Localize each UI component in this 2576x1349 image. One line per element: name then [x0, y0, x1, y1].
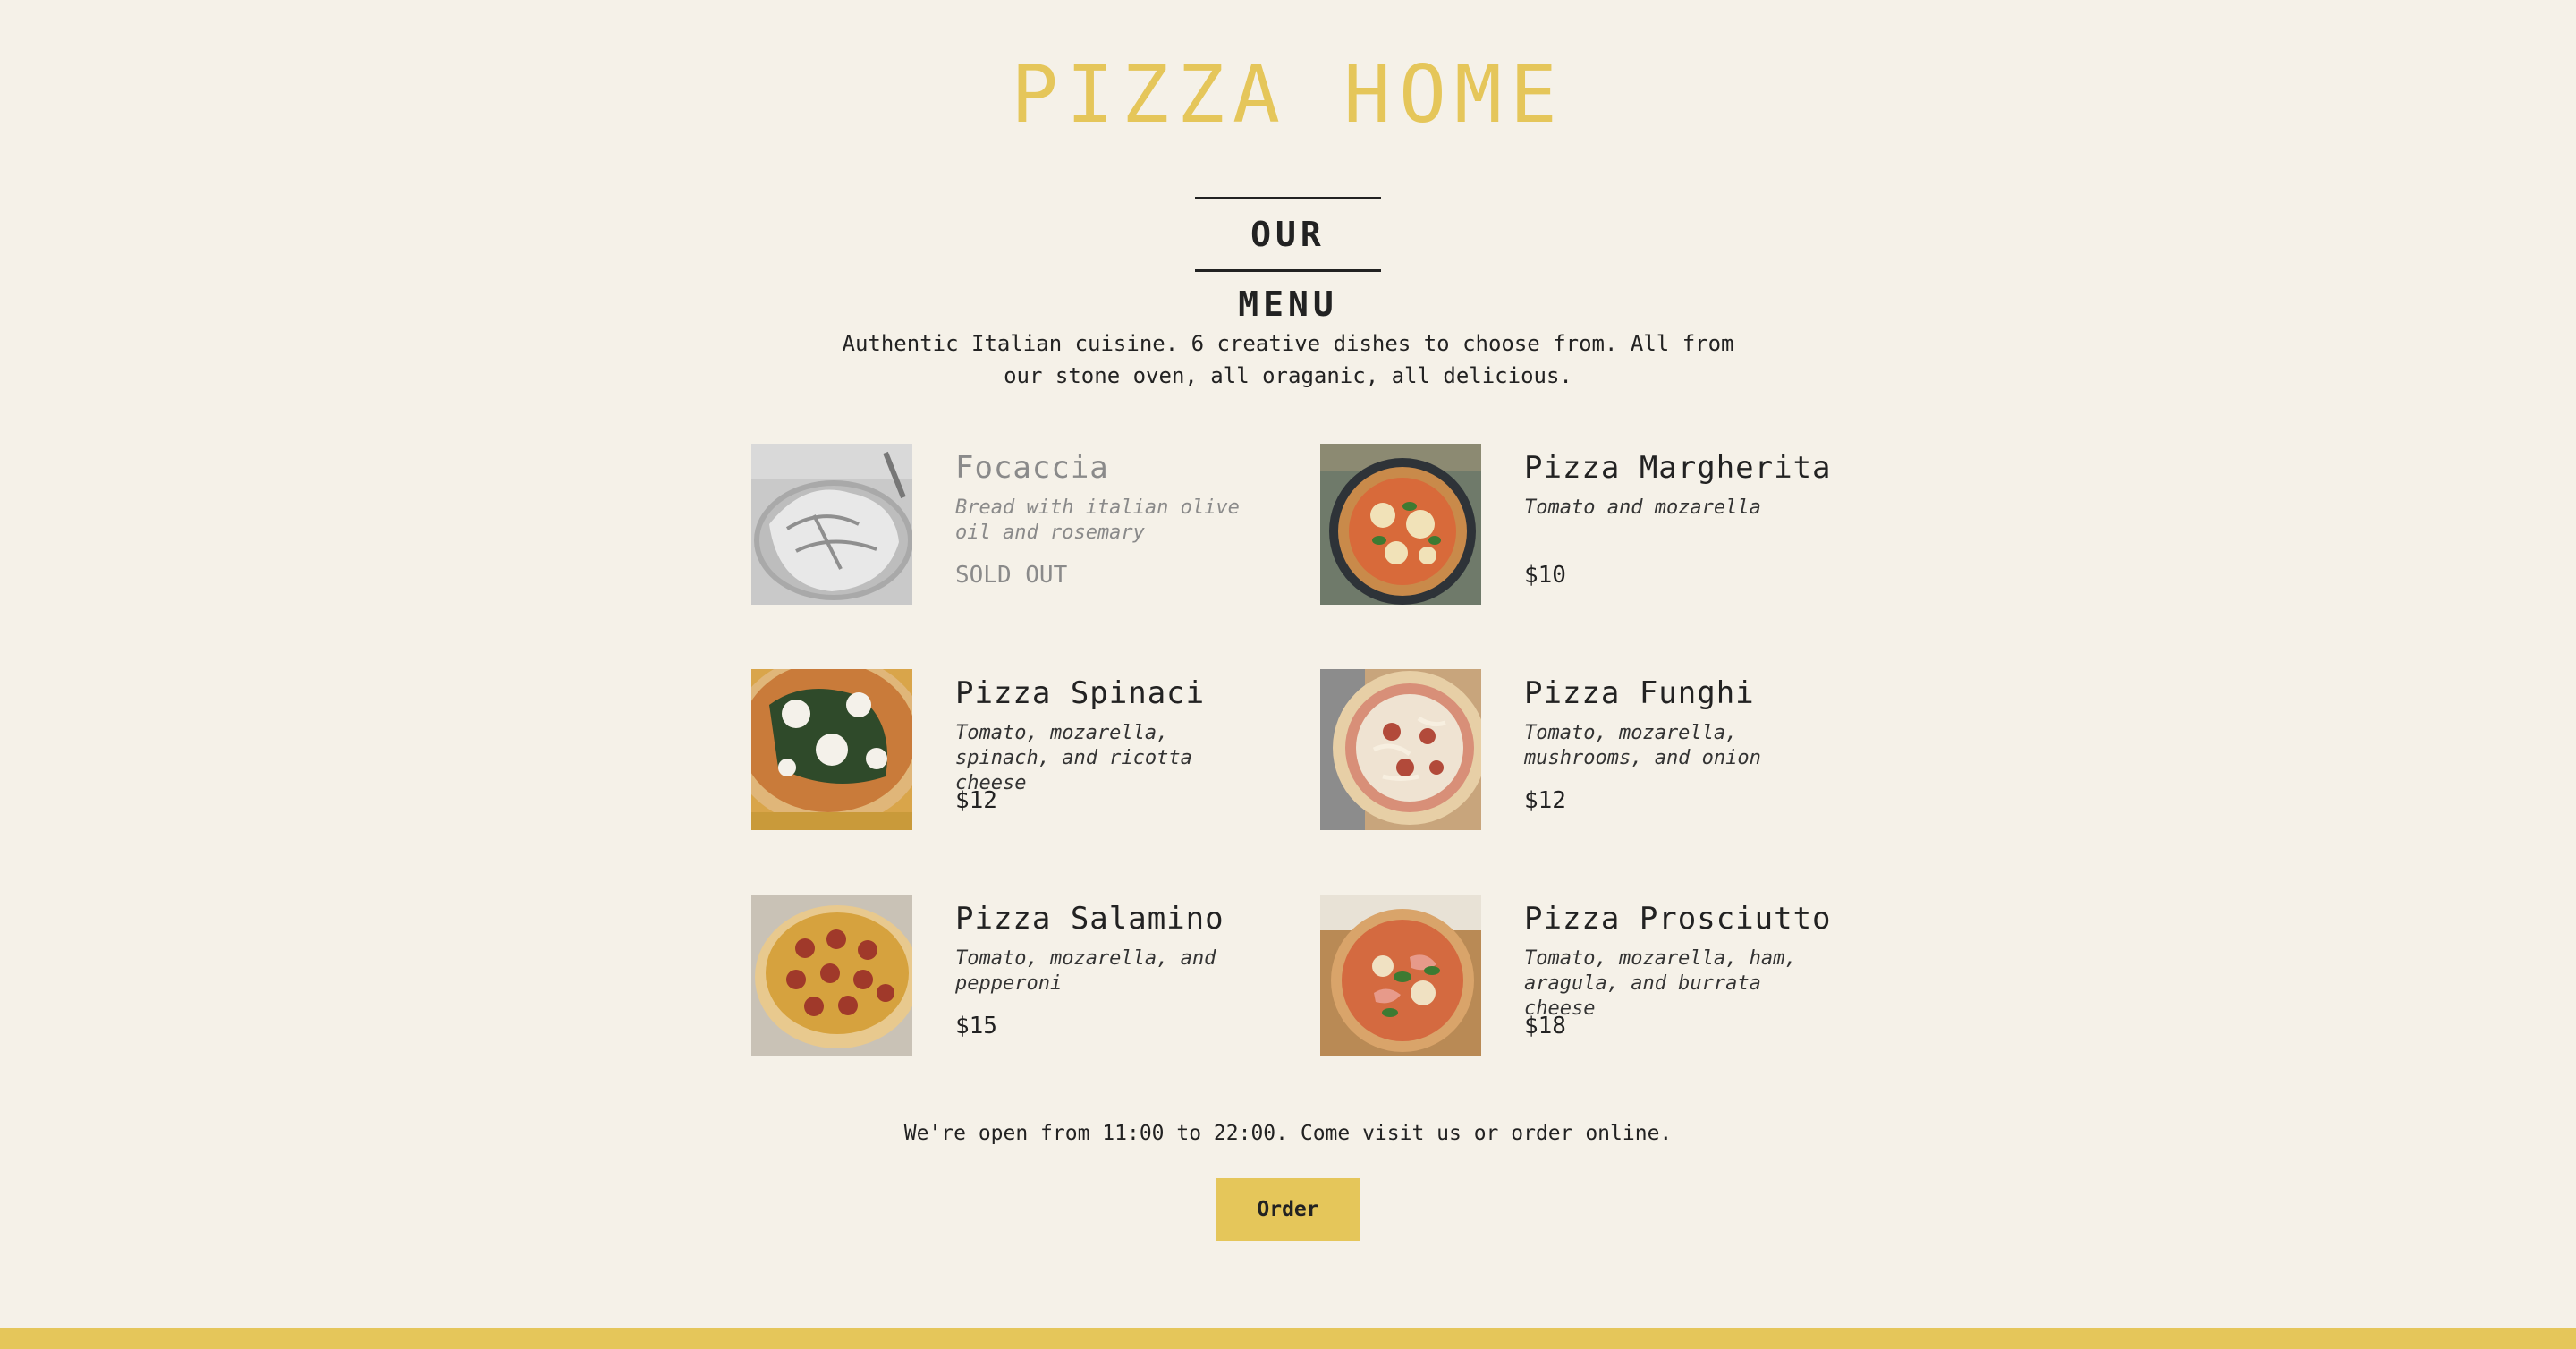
- item-price: $12: [1524, 787, 1566, 814]
- salamino-info: Pizza Salamino Tomato, mozarella, and pe…: [912, 895, 1270, 1056]
- item-description: Tomato, mozarella, spinach, and ricotta …: [955, 722, 1192, 794]
- menu-intro-line-1: Authentic Italian cuisine. 6 creative di…: [842, 331, 1734, 356]
- order-button[interactable]: Order: [1216, 1178, 1360, 1241]
- item-description: Tomato, mozarella, ham, aragula, and bur…: [1524, 947, 1797, 1020]
- item-description: Tomato and mozarella: [1524, 496, 1761, 519]
- margherita-photo: [1320, 444, 1481, 605]
- item-price: $10: [1524, 562, 1566, 589]
- footer-bar: [0, 1328, 2576, 1349]
- menu-heading: OUR MENU: [1195, 197, 1381, 324]
- item-description: Tomato, mozarella, and pepperoni: [955, 947, 1216, 995]
- item-name: Pizza Funghi: [1524, 675, 1755, 711]
- brand-title: PIZZA HOME: [1011, 48, 1565, 140]
- item-description: Bread with italian olive oil and rosemar…: [955, 496, 1240, 544]
- item-status-sold-out: SOLD OUT: [955, 562, 1068, 589]
- prosciutto-photo: [1320, 895, 1481, 1056]
- item-name: Pizza Salamino: [955, 901, 1224, 937]
- focaccia-info: Focaccia Bread with italian olive oil an…: [912, 444, 1270, 605]
- salamino-photo: [751, 895, 912, 1056]
- menu-item-salamino[interactable]: Pizza Salamino Tomato, mozarella, and pe…: [751, 895, 1320, 1056]
- page: PIZZA HOME OUR MENU Authentic Italian cu…: [0, 0, 2576, 1349]
- menu-item-funghi[interactable]: Pizza Funghi Tomato, mozarella, mushroom…: [1320, 669, 1860, 830]
- menu-intro-line-2: our stone oven, all oraganic, all delici…: [1004, 363, 1572, 388]
- item-name: Pizza Prosciutto: [1524, 901, 1832, 937]
- item-name: Pizza Spinaci: [955, 675, 1206, 711]
- focaccia-photo: [751, 444, 912, 605]
- margherita-info: Pizza Margherita Tomato and mozarella $1…: [1481, 444, 1839, 605]
- prosciutto-info: Pizza Prosciutto Tomato, mozarella, ham,…: [1481, 895, 1839, 1056]
- menu-grid: Focaccia Bread with italian olive oil an…: [751, 444, 1860, 1056]
- spinaci-info: Pizza Spinaci Tomato, mozarella, spinach…: [912, 669, 1270, 830]
- menu-intro: Authentic Italian cuisine. 6 creative di…: [841, 327, 1735, 392]
- spinaci-photo: [751, 669, 912, 830]
- menu-item-focaccia[interactable]: Focaccia Bread with italian olive oil an…: [751, 444, 1320, 605]
- menu-item-spinaci[interactable]: Pizza Spinaci Tomato, mozarella, spinach…: [751, 669, 1320, 830]
- menu-item-prosciutto[interactable]: Pizza Prosciutto Tomato, mozarella, ham,…: [1320, 895, 1860, 1056]
- item-description: Tomato, mozarella, mushrooms, and onion: [1524, 722, 1761, 769]
- funghi-photo: [1320, 669, 1481, 830]
- opening-hours: We're open from 11:00 to 22:00. Come vis…: [903, 1122, 1673, 1145]
- menu-item-margherita[interactable]: Pizza Margherita Tomato and mozarella $1…: [1320, 444, 1860, 605]
- item-price: $15: [955, 1013, 997, 1039]
- item-name: Focaccia: [955, 450, 1109, 486]
- funghi-info: Pizza Funghi Tomato, mozarella, mushroom…: [1481, 669, 1839, 830]
- item-name: Pizza Margherita: [1524, 450, 1832, 486]
